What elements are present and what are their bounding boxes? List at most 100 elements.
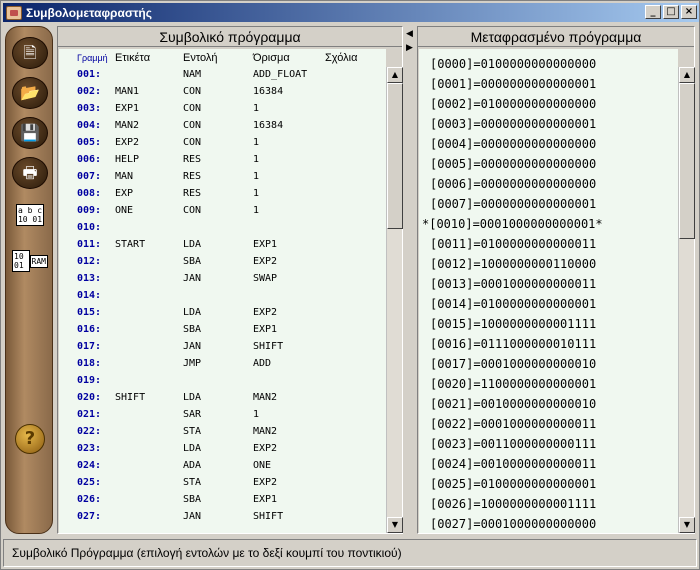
line-opcode: JAN	[183, 273, 202, 284]
line-number: 001:	[77, 69, 102, 80]
line-number: 003:	[77, 103, 102, 114]
machine-code-line[interactable]: [0005]=0000000000000000	[419, 154, 678, 174]
maximize-button[interactable]: □	[663, 5, 679, 19]
code-line[interactable]: 027: JAN SHIFT	[59, 508, 386, 525]
code-line[interactable]: 019:	[59, 372, 386, 389]
machine-code-line[interactable]: [0002]=0100000000000000	[419, 94, 678, 114]
machine-code-line[interactable]: [0007]=0000000000000001	[419, 194, 678, 214]
code-line[interactable]: 010:	[59, 219, 386, 236]
code-line[interactable]: 009: ONE CON 1	[59, 202, 386, 219]
code-line[interactable]: 005: EXP2 CON 1	[59, 134, 386, 151]
code-line[interactable]: 002: MAN1 CON 16384	[59, 83, 386, 100]
line-number: 012:	[77, 256, 102, 267]
assemble-button[interactable]: a b c 10 01	[12, 199, 48, 231]
scroll-thumb[interactable]	[679, 83, 695, 239]
load-ram-button[interactable]: 10 01 RAM	[12, 245, 48, 277]
collapse-right-icon[interactable]: ▶	[406, 42, 414, 54]
code-line[interactable]: 014:	[59, 287, 386, 304]
code-line[interactable]: 011: START LDA EXP1	[59, 236, 386, 253]
left-toolbar: 🗎 📂 💾 🖶 a b c 10 01 10 01 RAM ?	[5, 26, 53, 534]
machine-code-line[interactable]: [0013]=0001000000000011	[419, 274, 678, 294]
code-line[interactable]: 013: JAN SWAP	[59, 270, 386, 287]
code-line[interactable]: 008: EXP RES 1	[59, 185, 386, 202]
machine-code-line[interactable]: [0027]=0001000000000000	[419, 514, 678, 533]
machine-code-line[interactable]: [0012]=1000000000110000	[419, 254, 678, 274]
machine-code-line-current[interactable]: *[0010]=0001000000000001*	[419, 214, 678, 234]
machine-code-line[interactable]: [0000]=0100000000000000	[419, 54, 678, 74]
scroll-thumb[interactable]	[387, 83, 403, 229]
minimize-button[interactable]: _	[645, 5, 661, 19]
collapse-left-icon[interactable]: ◀	[406, 28, 414, 40]
code-line[interactable]: 016: SBA EXP1	[59, 321, 386, 338]
code-line[interactable]: 022: STA MAN2	[59, 423, 386, 440]
machine-code-line[interactable]: [0011]=0100000000000011	[419, 234, 678, 254]
machine-code-line[interactable]: [0024]=0010000000000011	[419, 454, 678, 474]
code-line[interactable]: 012: SBA EXP2	[59, 253, 386, 270]
code-line[interactable]: 007: MAN RES 1	[59, 168, 386, 185]
machine-code-line[interactable]: [0015]=1000000000001111	[419, 314, 678, 334]
title-bar[interactable]: Συμβολομεταφραστής _ □ ×	[3, 3, 699, 22]
new-file-button[interactable]: 🗎	[12, 37, 48, 69]
line-number: 016:	[77, 324, 102, 335]
line-label: EXP1	[115, 103, 140, 114]
machine-code-line[interactable]: [0021]=0010000000000010	[419, 394, 678, 414]
code-line[interactable]: 020: SHIFT LDA MAN2	[59, 389, 386, 406]
code-line[interactable]: 006: HELP RES 1	[59, 151, 386, 168]
machine-code-line[interactable]: [0014]=0100000000000001	[419, 294, 678, 314]
code-line[interactable]: 021: SAR 1	[59, 406, 386, 423]
save-file-button[interactable]: 💾	[12, 117, 48, 149]
line-number: 017:	[77, 341, 102, 352]
line-operand: EXP1	[253, 494, 278, 505]
code-line[interactable]: 001: NAM ADD_FLOAT	[59, 66, 386, 83]
translated-program-list[interactable]: [0000]=0100000000000000 [0001]=0000000000…	[419, 49, 678, 533]
translated-scrollbar[interactable]: ▲ ▼	[678, 67, 695, 533]
line-number: 009:	[77, 205, 102, 216]
line-number: 027:	[77, 511, 102, 522]
scroll-down-button[interactable]: ▼	[679, 517, 695, 533]
column-comment: Σχόλια	[325, 51, 358, 64]
machine-code-line[interactable]: [0017]=0001000000000010	[419, 354, 678, 374]
scroll-up-button[interactable]: ▲	[679, 67, 695, 83]
machine-code-line[interactable]: [0006]=0000000000000000	[419, 174, 678, 194]
line-operand: ONE	[253, 460, 272, 471]
code-line[interactable]: 023: LDA EXP2	[59, 440, 386, 457]
line-operand: ADD	[253, 358, 272, 369]
window-title: Συμβολομεταφραστής	[26, 5, 152, 20]
line-opcode: ADA	[183, 460, 202, 471]
abc-to-binary-icon: a b c 10 01	[15, 204, 45, 226]
code-line[interactable]: 015: LDA EXP2	[59, 304, 386, 321]
machine-code-line[interactable]: [0003]=0000000000000001	[419, 114, 678, 134]
code-line[interactable]: 004: MAN2 CON 16384	[59, 117, 386, 134]
code-line[interactable]: 026: SBA EXP1	[59, 491, 386, 508]
code-line[interactable]: 024: ADA ONE	[59, 457, 386, 474]
code-line[interactable]: 025: STA EXP2	[59, 474, 386, 491]
line-opcode: RES	[183, 154, 202, 165]
column-operand: Όρισμα	[253, 51, 290, 64]
machine-code-line[interactable]: [0020]=1100000000000001	[419, 374, 678, 394]
close-button[interactable]: ×	[681, 5, 697, 19]
open-file-button[interactable]: 📂	[12, 77, 48, 109]
machine-code-line[interactable]: [0025]=0100000000000001	[419, 474, 678, 494]
code-line[interactable]: 003: EXP1 CON 1	[59, 100, 386, 117]
machine-code-line[interactable]: [0026]=1000000000001111	[419, 494, 678, 514]
scroll-up-button[interactable]: ▲	[387, 67, 403, 83]
machine-code-line[interactable]: [0004]=0000000000000000	[419, 134, 678, 154]
help-button[interactable]: ?	[15, 424, 45, 454]
symbolic-program-editor[interactable]: Γραμμή Ετικέτα Εντολή Όρισμα Σχόλια 001:…	[59, 49, 386, 533]
scroll-down-button[interactable]: ▼	[387, 517, 403, 533]
machine-code-line[interactable]: [0016]=0111000000010111	[419, 334, 678, 354]
column-line: Γραμμή	[77, 52, 108, 63]
machine-code-line[interactable]: [0001]=0000000000000001	[419, 74, 678, 94]
code-line[interactable]: 017: JAN SHIFT	[59, 338, 386, 355]
symbolic-scrollbar[interactable]: ▲ ▼	[386, 67, 403, 533]
machine-code-lines: [0000]=0100000000000000 [0001]=0000000000…	[419, 49, 678, 533]
line-label: ONE	[115, 205, 134, 216]
code-line[interactable]: 018: JMP ADD	[59, 355, 386, 372]
help-icon: ?	[24, 428, 36, 449]
print-button[interactable]: 🖶	[12, 157, 48, 189]
machine-code-line[interactable]: [0023]=0011000000000111	[419, 434, 678, 454]
machine-code-line[interactable]: [0022]=0001000000000011	[419, 414, 678, 434]
panel-splitter[interactable]: ◀ ▶	[405, 26, 415, 534]
line-label: MAN	[115, 171, 134, 182]
line-opcode: CON	[183, 120, 202, 131]
